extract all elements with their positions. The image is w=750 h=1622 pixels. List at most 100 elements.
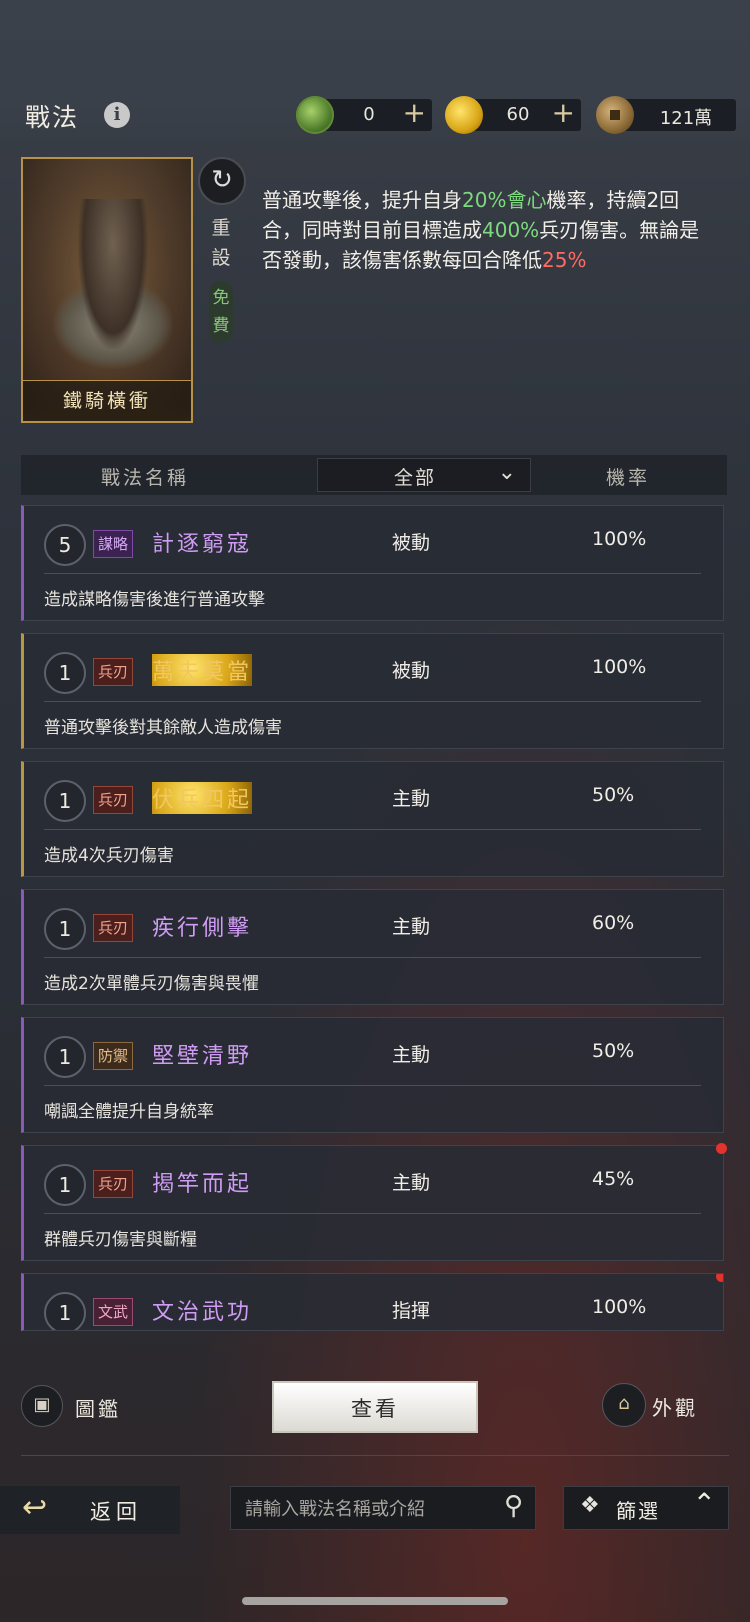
skill-name: 文治武功 [152,1300,253,1325]
row-divider [44,957,701,958]
desc-highlight: 400% [482,218,540,242]
filter-label: 全部 [394,467,437,489]
skill-tag: 文武 [93,1298,134,1326]
row-divider [44,573,701,574]
skill-row[interactable]: 1 兵刃 萬夫莫當 被動 100% 普通攻擊後對其餘敵人造成傷害 [21,633,724,749]
desc-part: 普通攻擊後，提升自身 [262,188,462,212]
search-icon[interactable]: ⚲ [504,1491,523,1521]
skill-row[interactable]: 5 謀略 計逐窮寇 被動 100% 造成謀略傷害後進行普通攻擊 [21,505,724,621]
skill-level: 1 [44,908,86,950]
page-title: 戰法 [25,103,80,132]
skill-desc: 造成謀略傷害後進行普通攻擊 [44,590,265,610]
skill-level: 5 [44,524,86,566]
skill-card[interactable]: 鐵騎橫衝 [21,157,193,423]
column-rate: 機率 [606,467,651,489]
copper-resource: 121萬 [596,96,736,134]
gold-resource: 60 + [445,96,581,134]
skill-rate: 100% [592,1296,647,1318]
new-badge [716,1274,723,1282]
divider [21,1455,729,1456]
skill-desc: 普通攻擊後對其餘敵人造成傷害 [44,718,282,738]
skill-type: 主動 [392,1044,431,1066]
skill-level: 1 [44,780,86,822]
skill-tag: 兵刃 [93,786,134,814]
home-indicator[interactable] [242,1597,508,1605]
skill-tag: 兵刃 [93,914,134,942]
row-divider [44,1213,701,1214]
skill-desc: 嘲諷全體提升自身統率 [44,1102,214,1122]
skill-type: 主動 [392,1172,431,1194]
chevron-up-icon[interactable]: ⌃ [693,1487,716,1520]
add-jade-button[interactable]: + [403,96,426,129]
skill-tag: 兵刃 [93,1170,134,1198]
skill-rate: 45% [592,1168,635,1190]
skill-desc: 群體兵刃傷害與斷糧 [44,1230,197,1250]
skill-tag: 兵刃 [93,658,134,686]
skill-name: 揭竿而起 [152,1172,253,1197]
skill-type: 主動 [392,916,431,938]
info-icon[interactable]: i [104,102,130,128]
gold-value: 60 [506,104,530,125]
reset-label[interactable]: 重設 [206,213,236,273]
skill-row[interactable]: 1 兵刃 揭竿而起 主動 45% 群體兵刃傷害與斷糧 [21,1143,727,1261]
skill-level: 1 [44,1164,86,1206]
skill-rate: 100% [592,528,647,550]
skill-name: 疾行側擊 [152,916,253,941]
pavilion-icon: ⌂ [602,1383,646,1427]
desc-highlight: 25% [542,248,587,272]
card-art-rider [78,199,148,349]
free-label: 免費 [209,281,233,343]
column-name: 戰法名稱 [101,467,190,489]
skill-rate: 50% [592,1040,635,1062]
search-box[interactable]: ⚲ [230,1486,536,1530]
search-input[interactable] [243,1493,483,1525]
view-button[interactable]: 查看 [272,1381,478,1433]
skill-description: 普通攻擊後，提升自身20%會心機率，持續2回合，同時對目前目標造成400%兵刃傷… [262,185,702,275]
skill-type: 被動 [392,660,431,682]
skill-level: 1 [44,1036,86,1078]
skill-rate: 100% [592,656,647,678]
skill-type: 被動 [392,532,431,554]
skill-name: 萬夫莫當 [152,654,253,686]
skill-row[interactable]: 1 兵刃 疾行側擊 主動 60% 造成2次單體兵刃傷害與畏懼 [21,889,724,1005]
jade-coin-icon [296,96,334,134]
catalog-icon: ▣ [21,1385,63,1427]
copper-value: 121萬 [659,108,713,129]
filter-button[interactable]: ❖ 篩選 ⌃ [563,1486,729,1530]
skill-row[interactable]: 1 防禦 堅壁清野 主動 50% 嘲諷全體提升自身統率 [21,1017,724,1133]
appearance-label: 外觀 [652,1396,698,1420]
filter-label: 篩選 [616,1499,660,1523]
column-header: 戰法名稱 全部 ⌄ 機率 [21,455,727,495]
skill-type: 主動 [392,788,431,810]
skill-desc: 造成4次兵刃傷害 [44,846,174,866]
skill-rate: 50% [592,784,635,806]
gold-coin-icon [445,96,483,134]
type-filter-dropdown[interactable]: 全部 ⌄ [317,458,531,492]
copper-coin-icon [596,96,634,134]
skill-level: 1 [44,652,86,694]
row-divider [44,829,701,830]
desc-highlight: 20%會心 [462,188,547,212]
back-arrow-icon: ↩ [22,1490,48,1525]
skill-level: 1 [44,1292,86,1330]
reset-panel: ↻ 重設 免費 [198,157,246,343]
reset-icon[interactable]: ↻ [198,157,246,205]
skill-name: 堅壁清野 [152,1044,253,1069]
skill-type: 指揮 [392,1300,431,1322]
skill-rate: 60% [592,912,635,934]
skill-desc: 造成2次單體兵刃傷害與畏懼 [44,974,259,994]
filter-icon: ❖ [580,1493,600,1518]
new-badge [716,1143,727,1154]
skill-name: 計逐窮寇 [152,532,253,557]
card-name: 鐵騎橫衝 [23,380,191,421]
row-divider [44,701,701,702]
jade-resource: 0 + [296,96,432,134]
jade-value: 0 [363,104,375,125]
add-gold-button[interactable]: + [552,96,575,129]
skill-row[interactable]: 1 兵刃 伏兵四起 主動 50% 造成4次兵刃傷害 [21,761,724,877]
skill-tag: 謀略 [93,530,134,558]
back-button[interactable]: ↩ 返回 [0,1486,180,1534]
chevron-down-icon: ⌄ [497,460,516,485]
skill-row[interactable]: 1 文武 文治武功 指揮 100% [21,1273,724,1331]
skill-tag: 防禦 [93,1042,134,1070]
